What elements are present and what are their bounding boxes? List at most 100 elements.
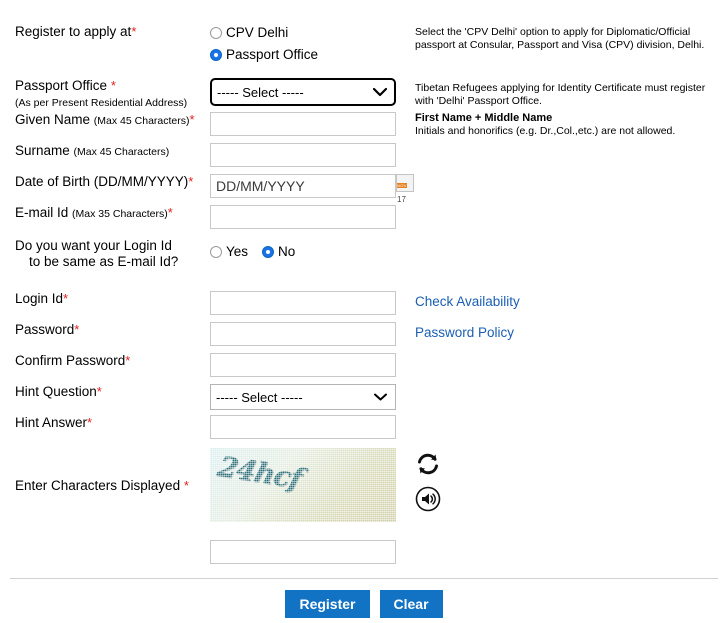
label-login-same-as-email: Do you want your Login Id to be same as … bbox=[0, 238, 210, 270]
label-sub-surname: (Max 45 Characters) bbox=[73, 146, 170, 158]
captcha-image: 24hcf bbox=[210, 448, 396, 522]
hint-answer-input[interactable] bbox=[210, 415, 396, 439]
label-date-of-birth: Date of Birth (DD/MM/YYYY)* bbox=[0, 174, 210, 190]
row-login-same-as-email: Do you want your Login Id to be same as … bbox=[0, 238, 728, 270]
hint-question-select-wrap: ----- Select ----- bbox=[210, 384, 396, 410]
field-given-name bbox=[210, 112, 405, 136]
clear-button[interactable]: Clear bbox=[379, 590, 443, 618]
confirm-password-input[interactable] bbox=[210, 353, 396, 377]
audio-speaker-icon[interactable] bbox=[415, 486, 449, 512]
label-passport-office: Passport Office * (As per Present Reside… bbox=[0, 78, 210, 111]
label-hint-question: Hint Question* bbox=[0, 384, 210, 400]
radio-group-login-same-as-email: Yes No bbox=[210, 243, 405, 261]
field-hint-answer bbox=[210, 415, 405, 439]
label-email: E-mail Id (Max 35 Characters)* bbox=[0, 205, 210, 222]
row-surname: Surname (Max 45 Characters) bbox=[0, 143, 728, 167]
row-login-id: Login Id* Check Availability bbox=[0, 291, 728, 315]
label-login-id: Login Id* bbox=[0, 291, 210, 307]
required-asterisk: * bbox=[96, 384, 102, 399]
radio-icon-no[interactable] bbox=[262, 246, 275, 258]
label-text: Enter Characters Displayed bbox=[15, 478, 181, 493]
hint-question-select[interactable]: ----- Select ----- bbox=[210, 384, 396, 410]
field-email bbox=[210, 205, 405, 229]
password-policy-link[interactable]: Password Policy bbox=[415, 325, 514, 340]
help-given-name: First Name + Middle Name Initials and ho… bbox=[405, 112, 715, 138]
label-text: Hint Answer bbox=[15, 415, 88, 430]
required-asterisk: * bbox=[189, 112, 195, 127]
label-sub-given-name: (Max 45 Characters) bbox=[93, 115, 190, 127]
given-name-input[interactable] bbox=[210, 112, 396, 136]
required-asterisk: * bbox=[167, 205, 173, 220]
required-asterisk: * bbox=[110, 78, 116, 93]
password-link-cell: Password Policy bbox=[405, 322, 514, 340]
field-confirm-password bbox=[210, 353, 405, 377]
label-text: Login Id bbox=[15, 291, 64, 306]
calendar-icon-month: NOV bbox=[397, 183, 407, 188]
required-asterisk: * bbox=[131, 24, 137, 39]
date-of-birth-input[interactable] bbox=[210, 174, 396, 198]
label-text-line1: Do you want your Login Id bbox=[15, 238, 172, 253]
help-text: Initials and honorifics (e.g. Dr.,Col.,e… bbox=[415, 125, 676, 137]
register-button[interactable]: Register bbox=[285, 590, 370, 618]
field-register-to-apply-at: CPV Delhi Passport Office bbox=[210, 24, 405, 64]
radio-option-no[interactable]: No bbox=[262, 243, 295, 261]
label-register-to-apply-at: Register to apply at* bbox=[0, 24, 210, 40]
passport-office-select[interactable]: ----- Select ----- bbox=[210, 78, 396, 106]
radio-option-cpv-delhi[interactable]: CPV Delhi bbox=[210, 24, 405, 42]
check-availability-link[interactable]: Check Availability bbox=[415, 294, 520, 309]
calendar-icon-day: 17 bbox=[397, 195, 406, 204]
help-text: Select the 'CPV Delhi' option to apply f… bbox=[415, 26, 705, 51]
label-text: E-mail Id bbox=[15, 205, 69, 220]
required-asterisk: * bbox=[125, 353, 131, 368]
radio-label-yes: Yes bbox=[226, 244, 249, 259]
label-sub-email: (Max 35 Characters) bbox=[72, 208, 168, 220]
refresh-icon[interactable] bbox=[415, 452, 449, 476]
radio-icon-cpv-delhi[interactable] bbox=[210, 27, 222, 39]
radio-label-cpv-delhi: CPV Delhi bbox=[226, 25, 289, 40]
row-confirm-password: Confirm Password* bbox=[0, 353, 728, 377]
label-text: Password bbox=[15, 322, 75, 337]
row-register-to-apply-at: Register to apply at* CPV Delhi Passport… bbox=[0, 24, 728, 64]
row-date-of-birth: Date of Birth (DD/MM/YYYY)* NOV 17 bbox=[0, 174, 728, 204]
field-login-id bbox=[210, 291, 405, 315]
field-login-same-as-email: Yes No bbox=[210, 238, 405, 261]
label-password: Password* bbox=[0, 322, 210, 338]
radio-icon-yes[interactable] bbox=[210, 246, 222, 258]
row-hint-answer: Hint Answer* bbox=[0, 415, 728, 439]
help-text: Tibetan Refugees applying for Identity C… bbox=[415, 82, 706, 107]
row-email: E-mail Id (Max 35 Characters)* bbox=[0, 205, 728, 229]
label-captcha: Enter Characters Displayed * bbox=[0, 448, 210, 494]
radio-option-passport-office[interactable]: Passport Office bbox=[210, 46, 405, 64]
registration-form: Register to apply at* CPV Delhi Passport… bbox=[0, 0, 728, 623]
captcha-image-text: 24hcf bbox=[214, 449, 306, 496]
surname-input[interactable] bbox=[210, 143, 396, 167]
field-surname bbox=[210, 143, 405, 167]
label-text: Date of Birth (DD/MM/YYYY) bbox=[15, 174, 189, 189]
field-hint-question: ----- Select ----- bbox=[210, 384, 405, 410]
radio-label-passport-office: Passport Office bbox=[226, 47, 319, 62]
captcha-input[interactable] bbox=[210, 540, 396, 564]
field-date-of-birth: NOV 17 bbox=[210, 174, 425, 204]
required-asterisk: * bbox=[63, 291, 69, 306]
password-input[interactable] bbox=[210, 322, 396, 346]
radio-label-no: No bbox=[278, 244, 296, 259]
label-given-name: Given Name (Max 45 Characters)* bbox=[0, 112, 210, 129]
row-captcha: Enter Characters Displayed * 24hcf bbox=[0, 448, 728, 564]
label-text-line2: to be same as E-mail Id? bbox=[29, 254, 179, 269]
help-register-to-apply-at: Select the 'CPV Delhi' option to apply f… bbox=[405, 24, 715, 52]
row-passport-office: Passport Office * (As per Present Reside… bbox=[0, 78, 728, 111]
row-password: Password* Password Policy bbox=[0, 322, 728, 346]
required-asterisk: * bbox=[87, 415, 93, 430]
login-id-input[interactable] bbox=[210, 291, 396, 315]
captcha-controls bbox=[415, 452, 449, 522]
field-passport-office: ----- Select ----- bbox=[210, 78, 405, 106]
radio-option-yes[interactable]: Yes bbox=[210, 243, 248, 261]
help-title: First Name + Middle Name bbox=[415, 112, 553, 124]
email-input[interactable] bbox=[210, 205, 396, 229]
login-id-link-cell: Check Availability bbox=[405, 291, 520, 309]
calendar-icon[interactable]: NOV 17 bbox=[396, 174, 414, 204]
label-hint-answer: Hint Answer* bbox=[0, 415, 210, 431]
radio-icon-passport-office[interactable] bbox=[210, 49, 222, 61]
label-confirm-password: Confirm Password* bbox=[0, 353, 210, 369]
label-text: Surname bbox=[15, 143, 70, 158]
